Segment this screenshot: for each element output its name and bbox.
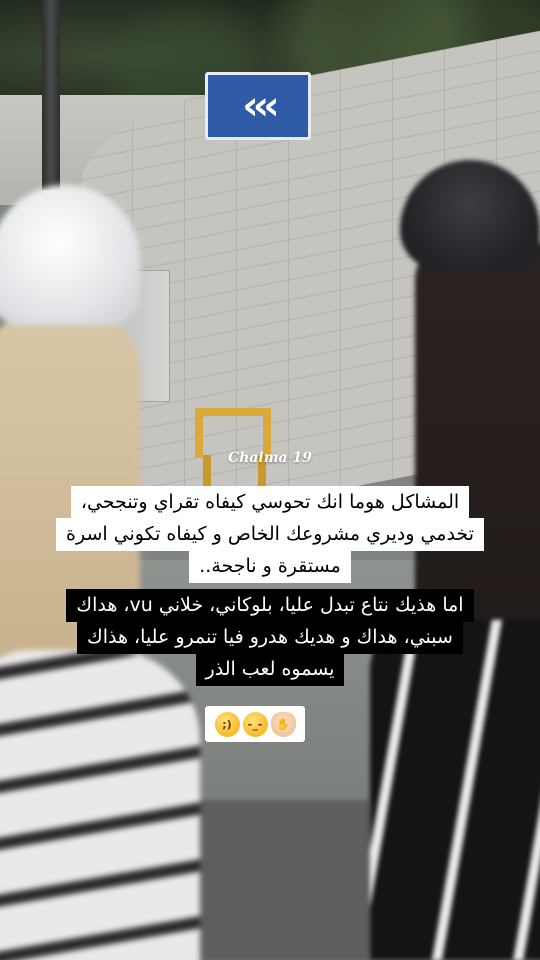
street-pole: [42, 0, 60, 190]
caption-line: اما هذيك نتاع تبدل عليا، بلوكاني، خلاني …: [66, 589, 474, 622]
striped-shirt: [0, 650, 200, 960]
winking-face-icon: ;): [214, 711, 240, 737]
caption-white: المشاكل هوما انك تحوسي كيفاه تقراي وتنجح…: [0, 486, 540, 583]
emoji-sticker: ;) -_- ✋: [205, 706, 305, 742]
caption-black: اما هذيك نتاع تبدل عليا، بلوكاني، خلاني …: [0, 589, 540, 686]
caption-line: سبني، هداك و هديك هدرو فيا تنمرو عليا، ه…: [77, 621, 463, 654]
caption-line: مستقرة و ناجحة..: [189, 550, 351, 583]
story-screen: ‹‹‹ Chaima 19 المشاكل هوما انك تحوسي كيف…: [0, 0, 540, 960]
watermark-text: Chaima 19: [228, 450, 312, 466]
unamused-face-icon: -_-: [242, 711, 268, 737]
chevron-traffic-sign: ‹‹‹: [205, 72, 311, 140]
black-cap: [400, 160, 540, 270]
caption-line: المشاكل هوما انك تحوسي كيفاه تقراي وتنجح…: [70, 486, 470, 519]
pinched-fingers-icon: ✋: [270, 711, 296, 737]
caption-line: يسموه لعب الذر: [195, 653, 345, 686]
caption-line: تخدمي وديري مشروعك الخاص و كيفاه تكوني ا…: [56, 518, 484, 551]
